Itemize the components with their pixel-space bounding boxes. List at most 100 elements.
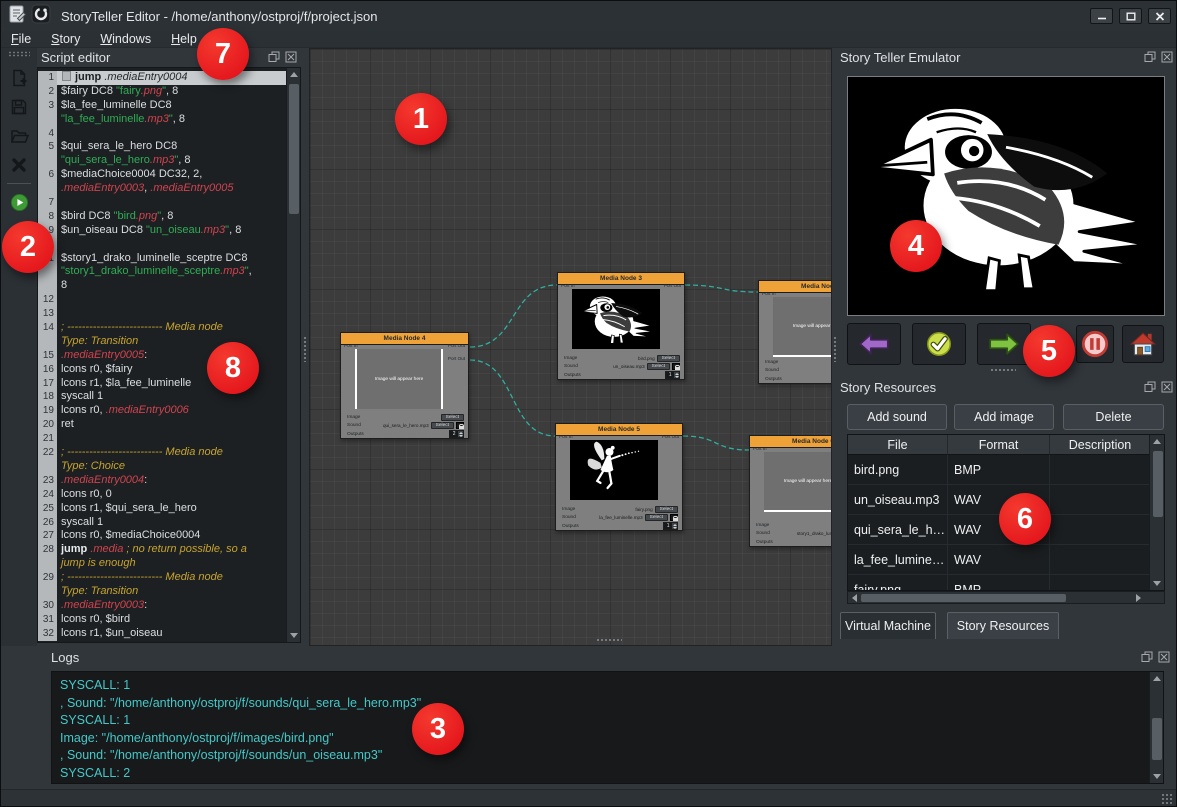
code-line[interactable]: 23.mediaEntry0004: bbox=[38, 474, 286, 488]
add-sound-button[interactable]: Add sound bbox=[847, 404, 947, 430]
table-cell[interactable] bbox=[1050, 575, 1151, 591]
scroll-right-arrow[interactable] bbox=[1132, 592, 1144, 603]
scroll-down-arrow[interactable] bbox=[1150, 577, 1164, 590]
code-line[interactable]: Type: Transition bbox=[38, 585, 286, 599]
tab-story-resources[interactable]: Story Resources bbox=[947, 612, 1059, 639]
select-button[interactable]: Select bbox=[431, 422, 454, 429]
code-line[interactable]: Type: Choice bbox=[38, 460, 286, 474]
lock-icon[interactable] bbox=[456, 422, 464, 429]
scroll-left-arrow[interactable] bbox=[848, 592, 860, 603]
close-panel-icon[interactable] bbox=[1157, 650, 1170, 663]
splitter-left[interactable] bbox=[301, 48, 309, 646]
table-cell[interactable]: un_oiseau.mp3 bbox=[848, 485, 948, 515]
table-cell[interactable]: la_fee_lumine… bbox=[848, 545, 948, 575]
script-editor-scrollbar[interactable] bbox=[286, 68, 300, 642]
outputs-spinbox[interactable]: 1 bbox=[665, 371, 680, 379]
table-cell[interactable]: qui_sera_le_h… bbox=[848, 515, 948, 545]
select-button[interactable]: Select bbox=[657, 355, 680, 362]
media-node[interactable]: Media Node 4Port InPort OutPort OutImage… bbox=[340, 332, 469, 439]
scroll-down-arrow[interactable] bbox=[1150, 770, 1164, 783]
code-line[interactable]: 2$fairy DC8 "fairy.png", 8 bbox=[38, 85, 286, 99]
code-line[interactable]: 10 bbox=[38, 238, 286, 252]
code-line[interactable]: 28jump .media ; no return possible, so a bbox=[38, 543, 286, 557]
logs-scrollbar[interactable] bbox=[1149, 672, 1163, 783]
table-vertical-scrollbar[interactable] bbox=[1149, 435, 1164, 590]
code-line[interactable]: 21 bbox=[38, 432, 286, 446]
column-header-file[interactable]: File bbox=[848, 435, 948, 455]
lock-icon[interactable] bbox=[670, 514, 678, 521]
code-line[interactable]: 31lcons r0, $bird bbox=[38, 613, 286, 627]
resize-grip[interactable] bbox=[1161, 793, 1174, 804]
script-code-editor[interactable]: 1jump .mediaEntry00042$fairy DC8 "fairy.… bbox=[37, 67, 301, 643]
media-node[interactable]: Media Node 2Port InImage will appear her… bbox=[758, 280, 832, 384]
open-button[interactable] bbox=[5, 123, 33, 149]
menu-windows[interactable]: Windows bbox=[90, 32, 161, 46]
float-panel-icon[interactable] bbox=[267, 50, 280, 63]
close-panel-icon[interactable] bbox=[1160, 50, 1173, 63]
float-panel-icon[interactable] bbox=[1140, 650, 1153, 663]
table-cell[interactable] bbox=[1050, 455, 1151, 485]
code-line[interactable]: 1jump .mediaEntry0004 bbox=[38, 71, 286, 85]
close-panel-icon[interactable] bbox=[284, 50, 297, 63]
code-line[interactable]: 8 bbox=[38, 279, 286, 293]
code-line[interactable]: .mediaEntry0003, .mediaEntry0005 bbox=[38, 182, 286, 196]
menu-file[interactable]: File bbox=[1, 32, 41, 46]
select-button[interactable]: Select bbox=[647, 363, 670, 370]
code-line[interactable]: "qui_sera_le_hero.mp3", 8 bbox=[38, 154, 286, 168]
code-line[interactable]: 11$story1_drako_luminelle_sceptre DC8 bbox=[38, 252, 286, 266]
code-line[interactable]: 8$bird DC8 "bird.png", 8 bbox=[38, 210, 286, 224]
scroll-down-arrow[interactable] bbox=[287, 629, 301, 642]
code-line[interactable]: 12 bbox=[38, 293, 286, 307]
canvas-bottom-handle[interactable] bbox=[596, 638, 622, 643]
scroll-thumb[interactable] bbox=[1152, 718, 1162, 760]
scroll-thumb[interactable] bbox=[1153, 451, 1163, 517]
media-node[interactable]: Media Node 3Port InPort OutImagebird.png… bbox=[557, 272, 685, 380]
table-horizontal-scrollbar[interactable] bbox=[847, 591, 1165, 604]
code-line[interactable]: 30.mediaEntry0003: bbox=[38, 599, 286, 613]
maximize-button[interactable] bbox=[1119, 8, 1142, 24]
code-line[interactable]: 5$qui_sera_le_hero DC8 bbox=[38, 140, 286, 154]
menu-story[interactable]: Story bbox=[41, 32, 90, 46]
code-line[interactable]: 13 bbox=[38, 307, 286, 321]
table-cell[interactable]: BMP bbox=[948, 455, 1050, 485]
code-line[interactable]: jump is enough bbox=[38, 557, 286, 571]
close-project-button[interactable] bbox=[5, 152, 33, 178]
table-cell[interactable]: fairy.png bbox=[848, 575, 948, 591]
code-line[interactable]: 6$mediaChoice0004 DC32, 2, bbox=[38, 168, 286, 182]
code-line[interactable]: 29; -------------------------- Media nod… bbox=[38, 571, 286, 585]
code-line[interactable]: "story1_drako_luminelle_sceptre.mp3", bbox=[38, 265, 286, 279]
code-line[interactable]: 24lcons r0, 0 bbox=[38, 488, 286, 502]
code-line[interactable]: 32lcons r1, $un_oiseau bbox=[38, 627, 286, 641]
add-image-button[interactable]: Add image bbox=[954, 404, 1054, 430]
code-line[interactable]: 7 bbox=[38, 196, 286, 210]
scroll-up-arrow[interactable] bbox=[287, 68, 301, 81]
code-line[interactable]: 3$la_fee_luminelle DC8 bbox=[38, 99, 286, 113]
code-line[interactable]: 18syscall 1 bbox=[38, 390, 286, 404]
tab-virtual-machine[interactable]: Virtual Machine bbox=[840, 612, 936, 639]
pause-button[interactable] bbox=[1076, 325, 1114, 363]
code-line[interactable]: 4 bbox=[38, 127, 286, 141]
scroll-thumb[interactable] bbox=[289, 84, 299, 214]
column-header-description[interactable]: Description bbox=[1050, 435, 1151, 455]
toolbar-drag-handle[interactable] bbox=[8, 51, 30, 57]
scroll-thumb[interactable] bbox=[861, 594, 1066, 602]
select-button[interactable]: Select bbox=[645, 514, 668, 521]
outputs-spinbox[interactable]: 2 bbox=[449, 430, 464, 438]
node-graph-canvas[interactable]: Media Node 4Port InPort OutPort OutImage… bbox=[309, 48, 832, 646]
back-button[interactable] bbox=[847, 323, 901, 365]
home-button[interactable] bbox=[1122, 325, 1164, 363]
scroll-up-arrow[interactable] bbox=[1150, 672, 1164, 685]
media-node[interactable]: Media Node 5Port InPort OutImagefairy.pn… bbox=[555, 423, 683, 531]
media-node[interactable]: Media Node 6Port InImage will appear her… bbox=[749, 435, 832, 547]
table-cell[interactable] bbox=[1050, 485, 1151, 515]
titlebar[interactable]: StoryTeller Editor - /home/anthony/ostpr… bbox=[1, 1, 1176, 31]
save-button[interactable] bbox=[5, 94, 33, 120]
code-line[interactable]: 9$un_oiseau DC8 "un_oiseau.mp3", 8 bbox=[38, 224, 286, 238]
code-line[interactable]: 25lcons r1, $qui_sera_le_hero bbox=[38, 502, 286, 516]
column-header-format[interactable]: Format bbox=[948, 435, 1050, 455]
table-cell[interactable]: BMP bbox=[948, 575, 1050, 591]
code-line[interactable]: 27lcons r0, $mediaChoice0004 bbox=[38, 529, 286, 543]
code-line[interactable]: 20ret bbox=[38, 418, 286, 432]
select-button[interactable]: Select bbox=[655, 506, 678, 513]
panel-separator-handle[interactable] bbox=[990, 368, 1016, 372]
